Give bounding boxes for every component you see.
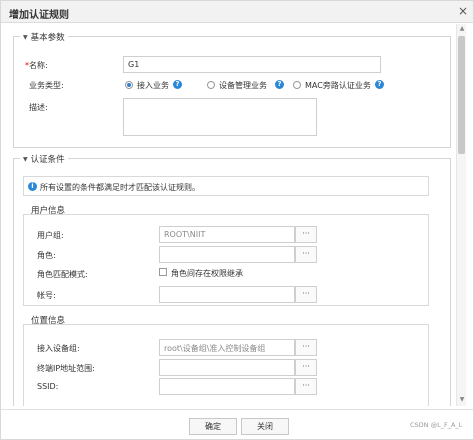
terminal-ip-range-browse-button[interactable]: ··· [295, 359, 317, 376]
name-input[interactable]: G1 [123, 56, 381, 73]
access-device-group-label: 接入设备组: [37, 344, 80, 353]
collapse-triangle-icon: ▼ [23, 155, 28, 163]
account-input[interactable] [159, 286, 295, 303]
vertical-scrollbar[interactable]: ▲ ▼ [456, 24, 466, 406]
role-match-mode-label: 角色匹配模式: [37, 270, 88, 279]
ssid-input[interactable] [159, 378, 295, 395]
access-device-group-input[interactable]: root\设备组\准入控制设备组 [159, 339, 295, 356]
role-label: 角色: [37, 251, 56, 260]
info-text: 所有设置的条件都满足时才匹配该认证规则。 [40, 183, 200, 192]
role-inherit-checkbox[interactable] [159, 268, 167, 276]
service-type-label: 业务类型: [29, 81, 64, 90]
radio-device-mgmt-service[interactable] [207, 81, 215, 89]
scroll-down-icon[interactable]: ▼ [458, 396, 466, 404]
info-icon: i [28, 182, 37, 191]
dialog-footer: 确定 关闭 [1, 409, 473, 439]
scrollbar-thumb[interactable] [458, 36, 465, 154]
close-icon[interactable]: × [456, 4, 470, 18]
auth-conditions-legend[interactable]: ▼ 认证条件 [20, 153, 68, 165]
help-icon[interactable]: ? [375, 80, 384, 89]
help-icon[interactable]: ? [173, 80, 182, 89]
help-icon[interactable]: ? [275, 80, 284, 89]
dialog-title: 增加认证规则 [9, 10, 69, 21]
account-label: 帐号: [37, 291, 56, 300]
watermark: CSDN @L_F_A_L [410, 421, 463, 429]
dialog-titlebar: 增加认证规则 × [1, 1, 473, 23]
access-service-label: 接入业务 [137, 81, 169, 90]
ssid-label: SSID: [37, 382, 59, 391]
add-auth-rule-dialog: 增加认证规则 × ▼ 基本参数 *名称: G1 业务类型: 接入业务 ? 设备管… [0, 0, 474, 440]
basic-params-legend[interactable]: ▼ 基本参数 [20, 31, 68, 43]
account-browse-button[interactable]: ··· [295, 286, 317, 303]
dialog-content: ▼ 基本参数 *名称: G1 业务类型: 接入业务 ? 设备管理业务 ? MAC… [1, 24, 473, 406]
terminal-ip-range-label: 终端IP地址范围: [37, 364, 95, 373]
ssid-browse-button[interactable]: ··· [295, 378, 317, 395]
user-group-input[interactable]: ROOT\NIIT [159, 226, 295, 243]
mac-bypass-service-label: MAC旁路认证业务 [305, 81, 371, 90]
name-label-text: 名称: [29, 61, 48, 70]
terminal-ip-range-input[interactable] [159, 359, 295, 376]
close-button[interactable]: 关闭 [241, 418, 289, 435]
name-label: *名称: [25, 60, 48, 71]
description-label: 描述: [29, 103, 48, 112]
info-banner: i 所有设置的条件都满足时才匹配该认证规则。 [23, 176, 429, 196]
collapse-triangle-icon: ▼ [23, 33, 28, 41]
user-group-label: 用户组: [37, 231, 64, 240]
ok-button[interactable]: 确定 [189, 418, 237, 435]
access-device-group-browse-button[interactable]: ··· [295, 339, 317, 356]
role-browse-button[interactable]: ··· [295, 246, 317, 263]
role-inherit-label: 角色间存在权限继承 [171, 269, 243, 278]
radio-mac-bypass-service[interactable] [293, 81, 301, 89]
role-input[interactable] [159, 246, 295, 263]
basic-params-title: 基本参数 [30, 33, 65, 43]
user-group-browse-button[interactable]: ··· [295, 226, 317, 243]
device-mgmt-service-label: 设备管理业务 [219, 81, 267, 90]
radio-access-service[interactable] [125, 81, 133, 89]
auth-conditions-title: 认证条件 [30, 155, 65, 165]
scroll-up-icon[interactable]: ▲ [458, 25, 466, 33]
description-textarea[interactable] [123, 98, 317, 136]
